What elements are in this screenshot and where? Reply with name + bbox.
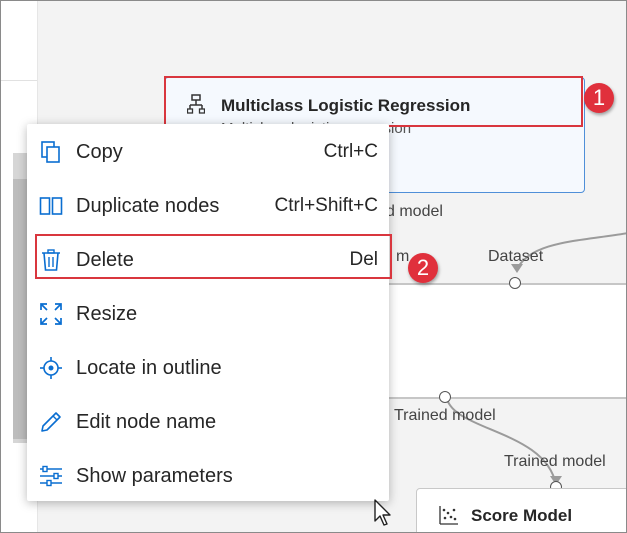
callout-badge-1: 1 <box>584 83 614 113</box>
menu-label-duplicate-nodes: Duplicate nodes <box>76 195 220 217</box>
menu-item-resize[interactable]: Resize <box>27 287 389 341</box>
menu-label-copy: Copy <box>76 141 123 163</box>
port-trained-model-out[interactable] <box>439 391 451 403</box>
menu-shortcut-duplicate-nodes: Ctrl+Shift+C <box>274 195 378 216</box>
locate-icon <box>39 356 63 380</box>
callout-badge-2: 2 <box>408 253 438 283</box>
duplicate-icon <box>39 194 63 218</box>
menu-item-locate-in-outline[interactable]: Locate in outline <box>27 341 389 395</box>
menu-item-show-parameters[interactable]: Show parameters <box>27 449 389 503</box>
context-menu: Copy Ctrl+C Duplicate nodes Ctrl+Shift+C <box>27 124 389 501</box>
resize-icon <box>39 302 63 326</box>
menu-item-duplicate-nodes[interactable]: Duplicate nodes Ctrl+Shift+C <box>27 179 389 233</box>
copy-icon <box>39 140 63 164</box>
score-model-node[interactable]: Score Model <box>416 488 626 532</box>
menu-label-locate-in-outline: Locate in outline <box>76 357 222 379</box>
menu-item-edit-node-name[interactable]: Edit node name <box>27 395 389 449</box>
menu-label-edit-node-name: Edit node name <box>76 411 217 433</box>
highlight-box-node <box>164 76 583 127</box>
port-label-untrained-model: d model <box>386 203 443 220</box>
port-label-dataset: Dataset <box>488 248 544 265</box>
menu-item-copy[interactable]: Copy Ctrl+C <box>27 125 389 179</box>
mouse-cursor-icon <box>373 499 393 532</box>
screenshot-frame: Multiclass Logistic Regression Multiclas… <box>0 0 627 533</box>
menu-shortcut-copy: Ctrl+C <box>323 141 378 162</box>
port-label-trained-model-out: Trained model <box>394 407 496 424</box>
port-label-clipped: m <box>396 248 410 265</box>
sliders-icon <box>39 464 63 488</box>
menu-label-show-parameters: Show parameters <box>76 465 233 487</box>
port-label-trained-model-in: Trained model <box>504 453 606 470</box>
train-model-node[interactable] <box>389 285 626 397</box>
port-dataset[interactable] <box>509 277 521 289</box>
scatter-icon <box>439 505 459 530</box>
menu-label-resize: Resize <box>76 303 138 325</box>
score-model-title: Score Model <box>471 506 573 525</box>
pencil-icon <box>39 410 63 434</box>
highlight-box-delete <box>35 234 392 279</box>
